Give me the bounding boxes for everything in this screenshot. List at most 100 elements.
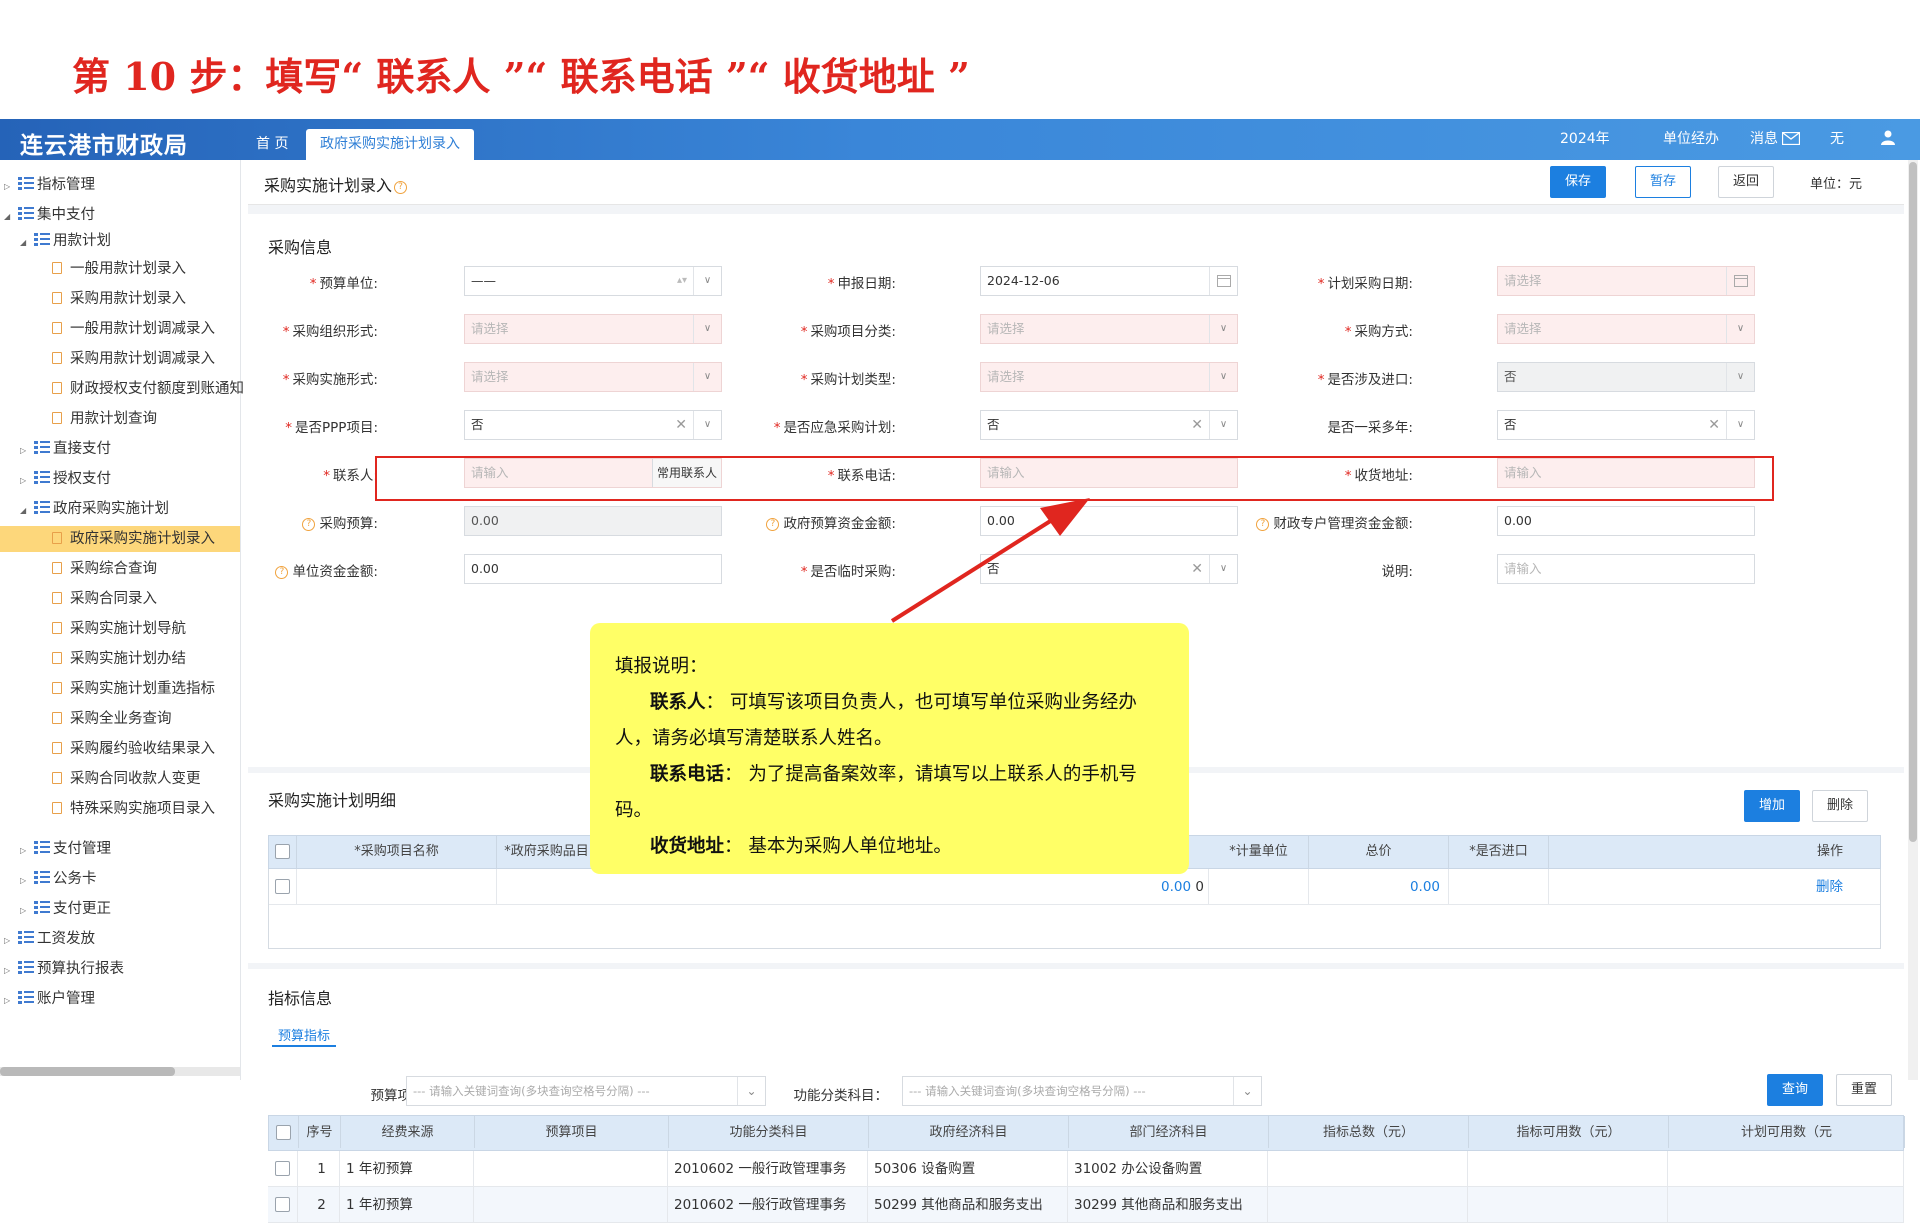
sidebar-item[interactable]: ▷ 工资发放 bbox=[4, 926, 95, 952]
clear-icon[interactable]: ✕ bbox=[1191, 411, 1203, 439]
caret-right-icon[interactable]: ▷ bbox=[20, 468, 30, 494]
sidebar-item[interactable]: 一般用款计划录入 bbox=[52, 256, 186, 282]
ppp-input[interactable]: 否 ∨ ✕ bbox=[464, 410, 722, 440]
caret-right-icon[interactable]: ▷ bbox=[4, 174, 14, 200]
sidebar-item[interactable]: ▷ 支付管理 bbox=[20, 836, 111, 862]
year-selector[interactable]: 2024年 bbox=[1560, 119, 1610, 160]
chevron-down-icon[interactable]: ∨ bbox=[1726, 315, 1754, 343]
help-icon[interactable]: ? bbox=[766, 518, 780, 531]
budget-input[interactable]: 0.00 bbox=[464, 506, 722, 536]
sidebar-item[interactable]: ◢ 集中支付 bbox=[4, 202, 95, 228]
sidebar-item[interactable]: 采购合同收款人变更 bbox=[52, 766, 201, 792]
sidebar-item[interactable]: ▷ 支付更正 bbox=[20, 896, 111, 922]
sidebar-item[interactable]: ◢ 用款计划 bbox=[20, 228, 111, 254]
tab-budget-indicator[interactable]: 预算指标 bbox=[272, 1025, 337, 1047]
indicator-row-checkbox[interactable] bbox=[275, 1197, 290, 1212]
tab-procurement-plan-entry[interactable]: 政府采购实施计划录入 bbox=[306, 129, 474, 160]
method-input[interactable]: 请选择 ∨ bbox=[1497, 314, 1755, 344]
caret-down-icon[interactable]: ◢ bbox=[20, 498, 30, 524]
method-label: * 采购方式: bbox=[1344, 324, 1413, 340]
sidebar-item-label: 账户管理 bbox=[37, 991, 95, 1007]
sidebar-item[interactable]: 采购综合查询 bbox=[52, 556, 157, 582]
org-form-input[interactable]: 请选择 ∨ bbox=[464, 314, 722, 344]
user-icon[interactable] bbox=[1880, 119, 1896, 160]
chevron-down-icon[interactable]: ∨ bbox=[1726, 411, 1754, 439]
caret-right-icon[interactable]: ▷ bbox=[4, 988, 14, 1014]
clear-icon[interactable]: ✕ bbox=[675, 411, 687, 439]
select-all-checkbox[interactable] bbox=[275, 844, 290, 859]
unit-cell[interactable] bbox=[1209, 869, 1309, 905]
sidebar-item[interactable]: ◢ 政府采购实施计划 bbox=[20, 496, 169, 522]
sidebar-item[interactable]: 采购实施计划办结 bbox=[52, 646, 186, 672]
budget-item-input[interactable]: --- 请输入关键词查询(多块查询空格号分隔) --- ⌄ bbox=[406, 1076, 766, 1106]
sidebar-item[interactable]: ▷ 预算执行报表 bbox=[4, 956, 124, 982]
sidebar-item[interactable]: ▷ 授权支付 bbox=[20, 466, 111, 492]
indicator-row-checkbox[interactable] bbox=[275, 1161, 290, 1176]
reset-button[interactable]: 重置 bbox=[1836, 1074, 1892, 1106]
help-icon[interactable]: ? bbox=[275, 566, 289, 579]
budget-unit-input[interactable]: —— ∨ ▴▾ bbox=[464, 266, 722, 296]
caret-right-icon[interactable]: ▷ bbox=[4, 928, 14, 954]
plan-date-input[interactable]: 请选择 bbox=[1497, 266, 1755, 296]
clear-icon[interactable]: ✕ bbox=[1191, 555, 1203, 583]
item-name-cell[interactable] bbox=[297, 869, 497, 905]
sidebar-item[interactable]: ▷ 账户管理 bbox=[4, 986, 95, 1012]
plan-type-input[interactable]: 请选择 ∨ bbox=[980, 362, 1238, 392]
report-date-input[interactable]: 2024-12-06 bbox=[980, 266, 1238, 296]
back-button[interactable]: 返回 bbox=[1718, 166, 1774, 198]
caret-right-icon[interactable]: ▷ bbox=[4, 958, 14, 984]
sidebar-item-label: 采购用款计划调减录入 bbox=[70, 351, 215, 367]
sidebar-item[interactable]: 特殊采购实施项目录入 bbox=[52, 796, 215, 822]
add-row-button[interactable]: 增加 bbox=[1744, 790, 1800, 822]
unit-fund-input[interactable]: 0.00 bbox=[464, 554, 722, 584]
tab-home[interactable]: 首 页 bbox=[242, 129, 302, 160]
sidebar-item[interactable]: 用款计划查询 bbox=[52, 406, 157, 432]
sidebar-item[interactable]: 采购实施计划重选指标 bbox=[52, 676, 215, 702]
tree-list-icon bbox=[34, 233, 50, 247]
sidebar-item[interactable]: 采购实施计划导航 bbox=[52, 616, 186, 642]
sidebar-scrollbar[interactable] bbox=[0, 1067, 240, 1076]
special-fund-input[interactable]: 0.00 bbox=[1497, 506, 1755, 536]
impl-form-input[interactable]: 请选择 ∨ bbox=[464, 362, 722, 392]
caret-down-icon[interactable]: ◢ bbox=[20, 230, 30, 256]
calendar-icon[interactable] bbox=[1726, 267, 1754, 295]
page-scrollbar[interactable] bbox=[1908, 160, 1918, 1080]
messages-link[interactable]: 消息 bbox=[1750, 119, 1801, 160]
multi-year-input[interactable]: 否 ∨ ✕ bbox=[1497, 410, 1755, 440]
sidebar-item[interactable]: ▷ 公务卡 bbox=[20, 866, 97, 892]
caret-right-icon[interactable]: ▷ bbox=[20, 438, 30, 464]
role-selector[interactable]: 单位经办 bbox=[1663, 119, 1719, 160]
caret-right-icon[interactable]: ▷ bbox=[20, 868, 30, 894]
import-input[interactable]: 否 ∨ bbox=[1497, 362, 1755, 392]
sidebar-item[interactable]: 采购全业务查询 bbox=[52, 706, 172, 732]
import-cell[interactable] bbox=[1449, 869, 1549, 905]
row-delete-link[interactable]: 删除 bbox=[1816, 879, 1843, 895]
remark-input[interactable]: 请输入 bbox=[1497, 554, 1755, 584]
help-icon[interactable]: ? bbox=[1256, 518, 1270, 531]
indicator-row[interactable]: 21 年初预算 2010602 一般行政管理事务 50299 其他商品和服务支出 30… bbox=[268, 1187, 1904, 1223]
callout-contact-key: 联系人 bbox=[650, 692, 706, 713]
emergency-input[interactable]: 否 ∨ ✕ bbox=[980, 410, 1238, 440]
draft-button[interactable]: 暂存 bbox=[1635, 166, 1691, 198]
delete-row-button[interactable]: 删除 bbox=[1812, 790, 1868, 822]
sidebar-item[interactable]: ▷ 直接支付 bbox=[20, 436, 111, 462]
query-button[interactable]: 查询 bbox=[1767, 1074, 1823, 1106]
caret-right-icon[interactable]: ▷ bbox=[20, 898, 30, 924]
caret-down-icon[interactable]: ◢ bbox=[4, 204, 14, 230]
help-icon[interactable]: ? bbox=[302, 518, 316, 531]
row-checkbox[interactable] bbox=[275, 879, 290, 894]
help-icon[interactable]: ? bbox=[394, 181, 408, 194]
func-class-input[interactable]: --- 请输入关键词查询(多块查询空格号分隔) --- ⌄ bbox=[902, 1076, 1262, 1106]
sidebar-item[interactable]: 采购合同录入 bbox=[52, 586, 157, 612]
clear-icon[interactable]: ✕ bbox=[1708, 411, 1720, 439]
indicator-select-all-checkbox[interactable] bbox=[276, 1125, 291, 1140]
item-class-input[interactable]: 请选择 ∨ bbox=[980, 314, 1238, 344]
indicator-col-header: 计划可用数（元 bbox=[1669, 1116, 1905, 1148]
sidebar-item[interactable]: ▷ 指标管理 bbox=[4, 172, 95, 198]
sidebar-item[interactable]: 采购履约验收结果录入 bbox=[52, 736, 215, 762]
chevron-down-icon[interactable]: ∨ bbox=[1726, 363, 1754, 391]
indicator-row[interactable]: 11 年初预算 2010602 一般行政管理事务 50306 设备购置 31002 办… bbox=[268, 1151, 1904, 1187]
sidebar-item[interactable]: 采购用款计划录入 bbox=[52, 286, 186, 312]
caret-right-icon[interactable]: ▷ bbox=[20, 838, 30, 864]
save-button[interactable]: 保存 bbox=[1550, 166, 1606, 198]
